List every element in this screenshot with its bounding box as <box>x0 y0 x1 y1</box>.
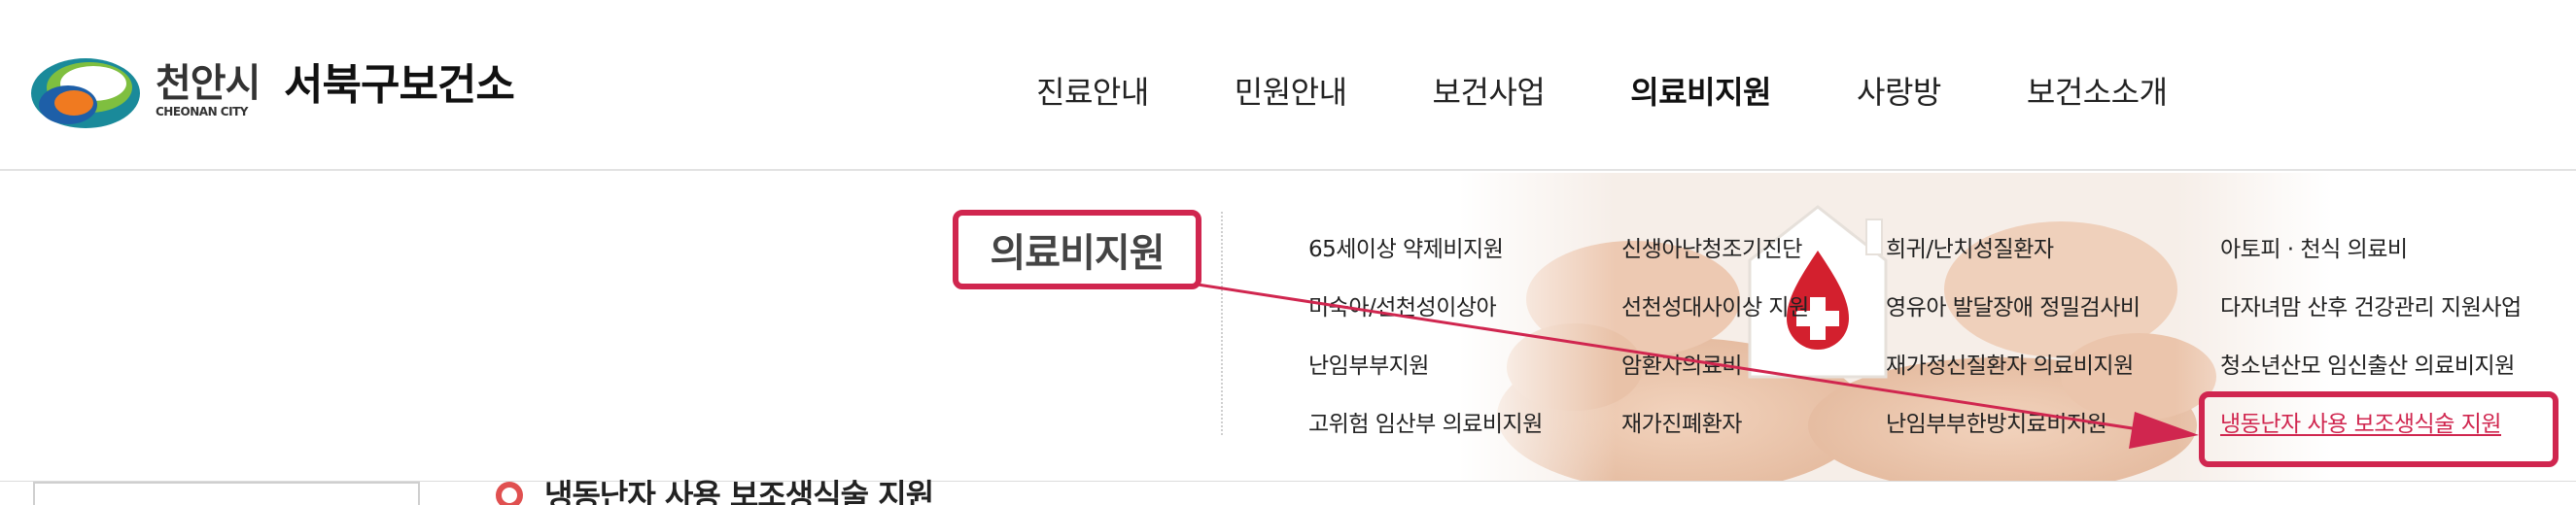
logo-city-english: CHEONAN CITY <box>156 105 248 118</box>
submenu-item-teen-mother[interactable]: 청소년산모 임신출산 의료비지원 <box>2220 350 2515 383</box>
nav-item-health-programs[interactable]: 보건사업 <box>1390 58 1588 126</box>
selected-item-highlight <box>2199 391 2559 467</box>
submenu-item-senior-medication[interactable]: 65세이상 약제비지원 <box>1308 233 1504 266</box>
submenu-links: 65세이상 약제비지원 미숙아/선천성이상아 난임부부지원 고위험 임산부 의료… <box>0 173 2576 481</box>
circle-bullet-icon <box>496 482 523 505</box>
submenu-item-multi-child-postpartum[interactable]: 다자녀맘 산후 건강관리 지원사업 <box>2220 291 2522 324</box>
logo-city-text: 천안시 CHEONAN CITY <box>156 61 261 118</box>
cheonan-emblem-icon <box>31 58 140 128</box>
medical-support-mega-menu: 의료비지원 65세이상 약제비지원 미숙아/선천성이상아 난임부부지원 고위험 … <box>0 173 2576 482</box>
submenu-item-infertility-herbal[interactable]: 난임부부한방치료비지원 <box>1886 408 2107 441</box>
submenu-item-pneumoconiosis[interactable]: 재가진폐환자 <box>1621 408 1742 441</box>
site-logo-link[interactable]: 천안시 CHEONAN CITY 서북구보건소 <box>29 49 525 136</box>
content-heading: 냉동난자 사용 보조생식술 지원 <box>496 476 934 505</box>
submenu-item-premature-infant[interactable]: 미숙아/선천성이상아 <box>1308 291 1497 324</box>
submenu-item-atopy-asthma[interactable]: 아토피 · 천식 의료비 <box>2220 233 2408 266</box>
side-navigation-box <box>33 482 420 505</box>
submenu-item-infertile-couple[interactable]: 난임부부지원 <box>1308 350 1429 383</box>
main-navigation: 진료안내 민원안내 보건사업 의료비지원 사랑방 보건소소개 <box>993 58 2210 126</box>
submenu-item-cancer-patient[interactable]: 암환자의료비 <box>1621 350 1742 383</box>
content-heading-text: 냉동난자 사용 보조생식술 지원 <box>544 477 934 505</box>
nav-item-civil-affairs[interactable]: 민원안내 <box>1192 58 1390 126</box>
nav-item-about[interactable]: 보건소소개 <box>1984 58 2210 126</box>
submenu-item-newborn-hearing[interactable]: 신생아난청조기진단 <box>1621 233 1802 266</box>
submenu-item-developmental-test[interactable]: 영유아 발달장애 정밀검사비 <box>1886 291 2141 324</box>
submenu-item-high-risk-pregnancy[interactable]: 고위험 임산부 의료비지원 <box>1308 408 1543 441</box>
submenu-item-rare-disease[interactable]: 희귀/난치성질환자 <box>1886 233 2054 266</box>
submenu-item-metabolic-disorder[interactable]: 선천성대사이상 지원 <box>1621 291 1809 324</box>
site-title: 서북구보건소 <box>284 60 515 110</box>
nav-item-sarangbang[interactable]: 사랑방 <box>1814 58 1984 126</box>
site-header: 천안시 CHEONAN CITY 서북구보건소 진료안내 민원안내 보건사업 의… <box>0 0 2576 171</box>
nav-item-medical-support[interactable]: 의료비지원 <box>1587 58 1814 126</box>
logo-city-korean: 천안시 <box>156 61 261 106</box>
nav-item-treatment[interactable]: 진료안내 <box>993 58 1192 126</box>
submenu-item-mental-illness[interactable]: 재가정신질환자 의료비지원 <box>1886 350 2134 383</box>
